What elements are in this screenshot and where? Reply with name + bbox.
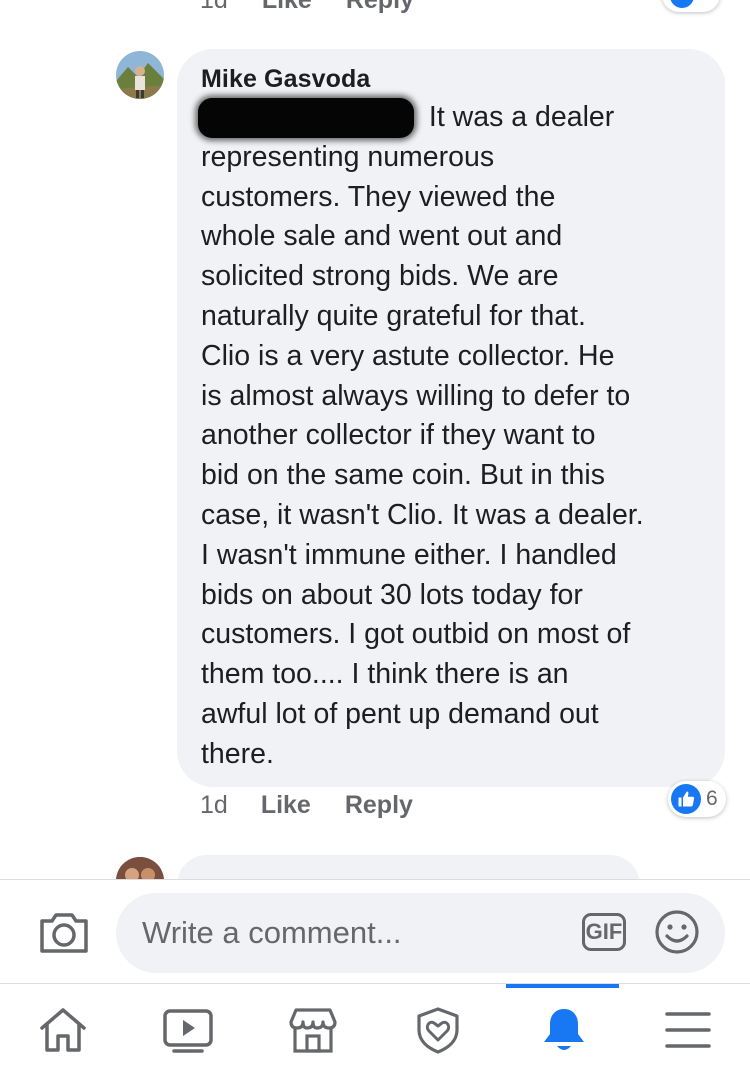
tab-health[interactable] (412, 1006, 464, 1054)
video-icon (163, 1009, 213, 1053)
comment-author[interactable]: Mike Gasvoda (201, 65, 370, 94)
gif-button[interactable]: GIF (582, 913, 626, 951)
like-reaction-icon (670, 0, 694, 8)
comment-input[interactable]: Write a comment... GIF (116, 893, 725, 973)
tab-watch[interactable] (162, 1006, 214, 1054)
avatar[interactable] (116, 51, 164, 99)
comment-body: It was a dealer representing numerous cu… (201, 101, 644, 770)
smiley-icon[interactable] (654, 909, 700, 960)
active-tab-indicator (506, 984, 619, 988)
reaction-summary[interactable]: 6 (668, 781, 726, 817)
comment-text: It was a dealer representing numerous cu… (201, 98, 713, 775)
thumbs-up-icon (671, 784, 701, 814)
tab-menu[interactable] (662, 1006, 714, 1054)
comment-actions: 1d Like Reply (200, 791, 447, 820)
comment-composer: Write a comment... GIF (0, 879, 750, 984)
comment-input-placeholder: Write a comment... (142, 915, 402, 950)
previous-reply-button[interactable]: Reply (346, 0, 414, 15)
tab-home[interactable] (37, 1006, 89, 1054)
avatar-image (116, 51, 164, 99)
tab-marketplace[interactable] (287, 1006, 339, 1054)
menu-icon (665, 1012, 711, 1048)
bell-icon (544, 1009, 584, 1050)
marketplace-icon (289, 1008, 337, 1053)
previous-comment-time: 1d (200, 0, 228, 14)
previous-comment-actions: 1d Like Reply (200, 0, 414, 15)
like-button[interactable]: Like (261, 791, 311, 820)
redaction-mark (198, 98, 414, 138)
comment-time[interactable]: 1d (200, 791, 228, 820)
reaction-count: 6 (706, 787, 718, 810)
previous-reaction-badge[interactable] (662, 0, 720, 12)
reply-button[interactable]: Reply (345, 791, 413, 820)
bottom-tab-bar (0, 983, 750, 1073)
shield-heart-icon (417, 1007, 459, 1054)
camera-icon[interactable] (38, 911, 90, 960)
home-icon (40, 1008, 86, 1052)
tab-notifications[interactable] (538, 1006, 590, 1054)
previous-like-button[interactable]: Like (262, 0, 312, 15)
